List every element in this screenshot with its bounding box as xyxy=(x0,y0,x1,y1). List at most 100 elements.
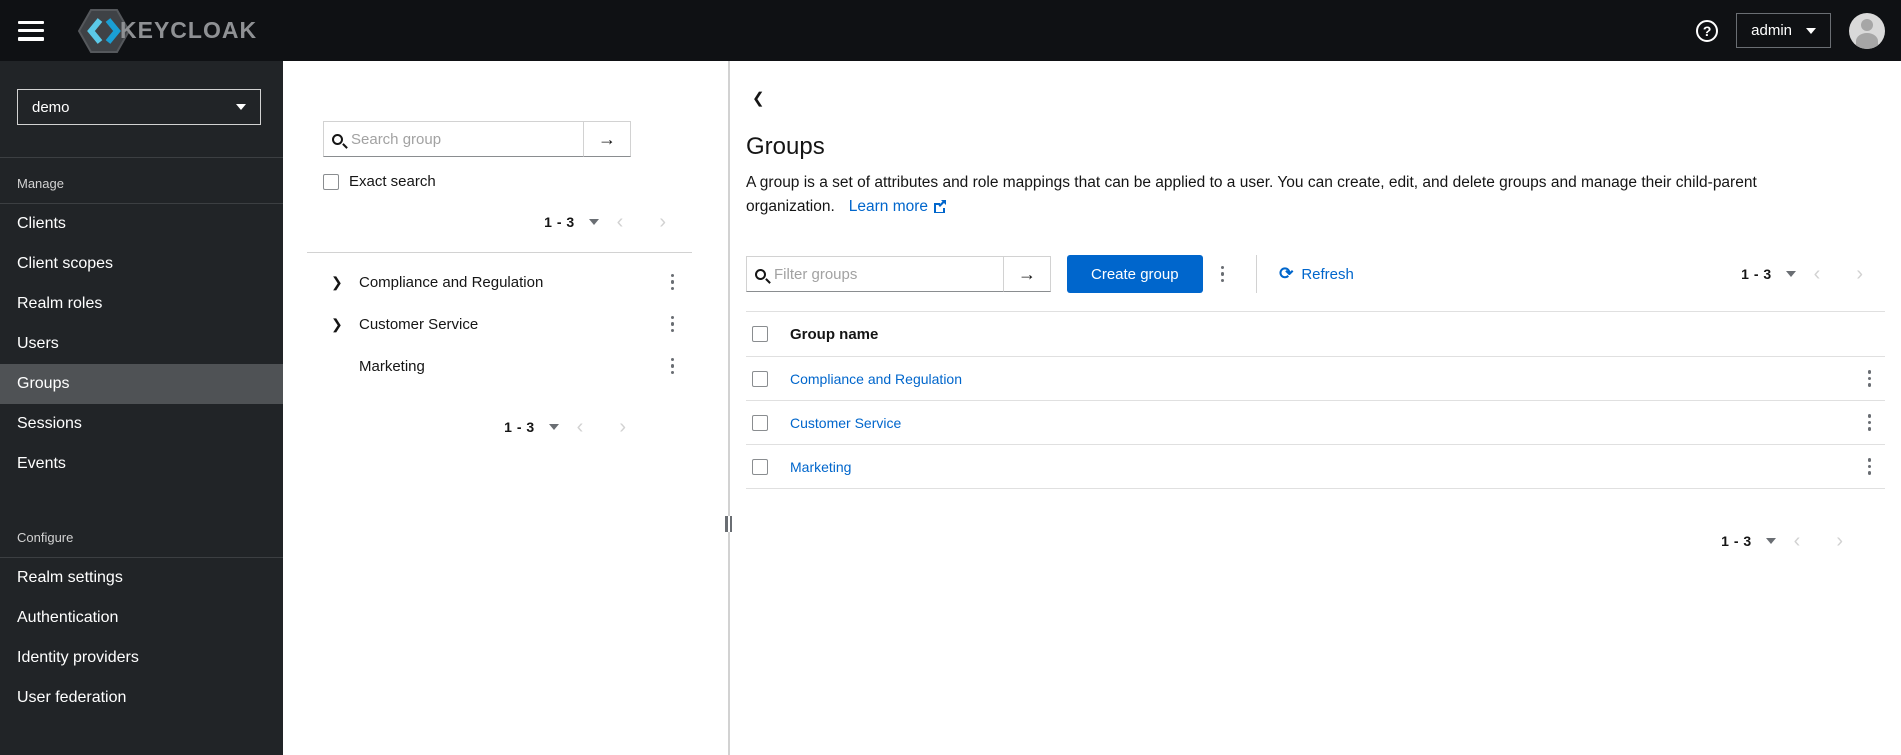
exact-search-row: Exact search xyxy=(323,173,692,190)
chevron-down-icon xyxy=(236,104,246,110)
user-menu-dropdown[interactable]: admin xyxy=(1736,13,1831,48)
row-checkbox[interactable] xyxy=(752,458,768,475)
table-row: Customer Service xyxy=(746,401,1885,446)
page-title: Groups xyxy=(746,133,825,160)
tree-pagination-bottom: 1 - 3 ‹ › xyxy=(323,417,644,437)
filter-groups-submit-button[interactable]: → xyxy=(1004,256,1051,293)
create-group-button[interactable]: Create group xyxy=(1067,255,1203,294)
sidebar-item-identity-providers[interactable]: Identity providers xyxy=(0,638,283,678)
sidebar-item-events[interactable]: Events xyxy=(0,444,283,484)
sidebar-item-groups[interactable]: Groups xyxy=(0,364,283,404)
realm-selector-value: demo xyxy=(32,98,70,116)
group-tree: ❯ Compliance and Regulation ❯ Customer S… xyxy=(307,252,692,387)
sidebar-item-users[interactable]: Users xyxy=(0,324,283,364)
pagination-menu-toggle[interactable]: 1 - 3 xyxy=(1721,533,1776,549)
chevron-down-icon xyxy=(548,424,559,430)
kebab-menu-icon[interactable] xyxy=(665,310,681,339)
next-page-icon[interactable]: › xyxy=(641,212,684,232)
pagination-menu-toggle[interactable]: 1 - 3 xyxy=(504,419,559,435)
sidebar-item-user-federation[interactable]: User federation xyxy=(0,678,283,718)
search-icon xyxy=(332,133,343,145)
refresh-icon: ⟳ xyxy=(1279,264,1294,284)
chevron-down-icon xyxy=(588,219,599,225)
divider xyxy=(1256,255,1258,294)
next-page-icon[interactable]: › xyxy=(1838,264,1881,284)
external-link-icon xyxy=(934,200,947,214)
hamburger-menu-icon[interactable] xyxy=(18,20,44,41)
tree-pagination-top: 1 - 3 ‹ › xyxy=(323,212,684,232)
next-page-icon[interactable]: › xyxy=(601,417,644,437)
sidebar-item-realm-settings[interactable]: Realm settings xyxy=(0,558,283,598)
sidebar-item-authentication[interactable]: Authentication xyxy=(0,598,283,638)
realm-selector-area: demo xyxy=(0,61,283,158)
pagination-range: 1 - 3 xyxy=(1721,533,1752,550)
sidebar-item-clients[interactable]: Clients xyxy=(0,204,283,244)
learn-more-label: Learn more xyxy=(848,198,929,216)
kebab-menu-icon[interactable] xyxy=(1862,452,1878,481)
tree-item[interactable]: ❯ Customer Service xyxy=(307,303,692,345)
pagination-menu-toggle[interactable]: 1 - 3 xyxy=(544,214,599,230)
group-link[interactable]: Customer Service xyxy=(790,415,901,431)
sidebar-item-realm-roles[interactable]: Realm roles xyxy=(0,284,283,324)
pagination-range: 1 - 3 xyxy=(504,419,535,435)
refresh-label: Refresh xyxy=(1301,265,1354,283)
kebab-menu-icon[interactable] xyxy=(1215,260,1231,289)
learn-more-link[interactable]: Learn more xyxy=(849,198,947,215)
search-icon xyxy=(755,268,766,280)
main-pagination-top: 1 - 3 ‹ › xyxy=(1741,264,1881,284)
back-chevron-icon[interactable]: ❮ xyxy=(746,85,771,111)
group-link[interactable]: Compliance and Regulation xyxy=(790,371,962,387)
row-checkbox[interactable] xyxy=(752,370,768,387)
kebab-menu-icon[interactable] xyxy=(665,268,681,297)
panel-splitter-handle[interactable] xyxy=(725,516,733,532)
page-description: A group is a set of attributes and role … xyxy=(746,171,1877,219)
pagination-range: 1 - 3 xyxy=(1741,266,1772,283)
row-checkbox[interactable] xyxy=(752,414,768,431)
expand-chevron-icon[interactable]: ❯ xyxy=(331,316,359,333)
nav-section-configure: Configure xyxy=(17,530,74,545)
topbar-right: ? admin xyxy=(1696,12,1885,49)
sidebar-item-sessions[interactable]: Sessions xyxy=(0,404,283,444)
user-menu-label: admin xyxy=(1751,22,1792,39)
help-icon[interactable]: ? xyxy=(1696,19,1719,42)
exact-search-checkbox[interactable] xyxy=(323,173,339,190)
next-page-icon[interactable]: › xyxy=(1818,531,1861,551)
previous-page-icon[interactable]: ‹ xyxy=(1776,531,1819,551)
refresh-button[interactable]: ⟳ Refresh xyxy=(1279,264,1354,284)
filter-groups-input[interactable] xyxy=(774,265,995,283)
sidebar-item-client-scopes[interactable]: Client scopes xyxy=(0,244,283,284)
brand-text: KEYCLOAK xyxy=(120,17,258,43)
previous-page-icon[interactable]: ‹ xyxy=(599,212,642,232)
expand-chevron-icon[interactable]: ❯ xyxy=(331,274,359,291)
select-all-checkbox[interactable] xyxy=(752,326,768,343)
kebab-menu-icon[interactable] xyxy=(1862,364,1878,393)
group-search-submit-button[interactable]: → xyxy=(584,121,631,157)
nav-section-manage: Manage xyxy=(17,176,64,191)
table-row: Marketing xyxy=(746,445,1885,490)
chevron-down-icon xyxy=(1806,27,1816,34)
group-link[interactable]: Marketing xyxy=(790,459,851,475)
filter-groups: → xyxy=(746,256,1051,293)
column-header-group-name: Group name xyxy=(790,325,879,343)
filter-groups-box xyxy=(746,256,1004,293)
group-search-input[interactable] xyxy=(351,130,575,148)
tree-item[interactable]: Marketing xyxy=(307,345,692,387)
pagination-nav: ‹ › xyxy=(1776,531,1861,551)
pagination-range: 1 - 3 xyxy=(544,214,575,230)
tree-item[interactable]: ❯ Compliance and Regulation xyxy=(307,261,692,303)
tree-item-label[interactable]: Customer Service xyxy=(359,316,478,333)
previous-page-icon[interactable]: ‹ xyxy=(559,417,602,437)
pagination-menu-toggle[interactable]: 1 - 3 xyxy=(1741,266,1796,282)
tree-item-label[interactable]: Marketing xyxy=(359,358,425,375)
previous-page-icon[interactable]: ‹ xyxy=(1796,264,1839,284)
group-search-box xyxy=(323,121,584,157)
group-tree-panel: → Exact search 1 - 3 ‹ › ❯ Compliance an… xyxy=(283,61,733,755)
kebab-menu-icon[interactable] xyxy=(1862,408,1878,437)
avatar[interactable] xyxy=(1849,12,1885,49)
groups-table: Group name Compliance and Regulation Cus… xyxy=(746,311,1885,490)
kebab-menu-icon[interactable] xyxy=(665,352,681,381)
realm-selector[interactable]: demo xyxy=(17,89,261,125)
main-pagination-bottom: 1 - 3 ‹ › xyxy=(730,531,1861,551)
tree-item-label[interactable]: Compliance and Regulation xyxy=(359,274,543,291)
